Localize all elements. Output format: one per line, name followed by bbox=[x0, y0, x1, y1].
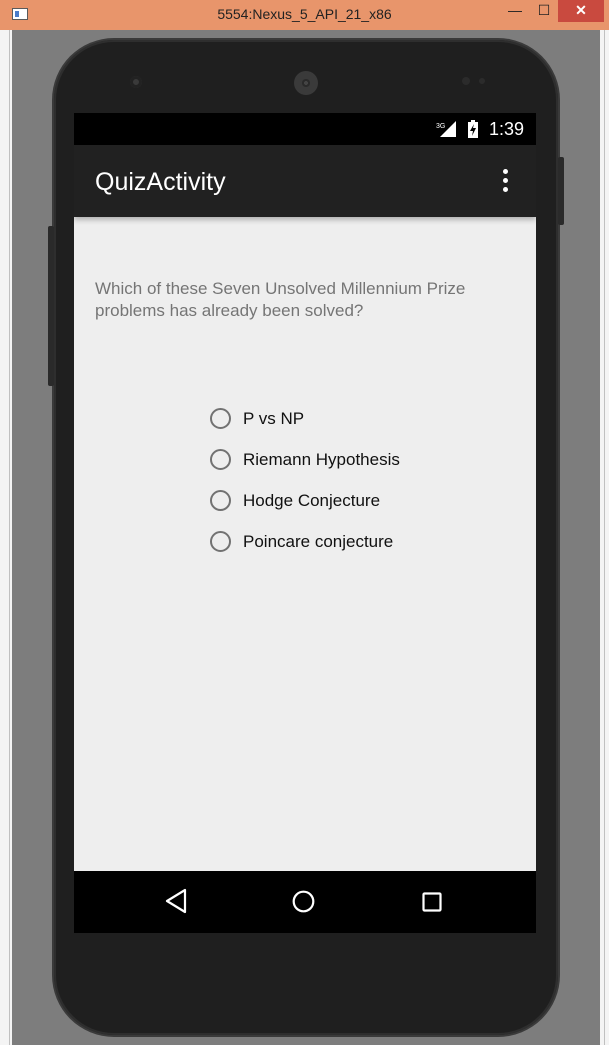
power-key[interactable] bbox=[558, 157, 564, 225]
home-icon[interactable] bbox=[292, 890, 315, 913]
radio-option[interactable]: Poincare conjecture bbox=[209, 521, 509, 562]
front-camera bbox=[130, 76, 142, 88]
volume-key[interactable] bbox=[48, 226, 54, 386]
signal-icon: 3G bbox=[436, 121, 456, 137]
recents-icon[interactable] bbox=[422, 892, 442, 912]
close-button[interactable]: ✕ bbox=[558, 0, 604, 22]
maximize-button[interactable]: ☐ bbox=[530, 0, 558, 22]
light-sensor bbox=[479, 78, 485, 84]
radio-option[interactable]: Hodge Conjecture bbox=[209, 480, 509, 521]
radio-label: Hodge Conjecture bbox=[243, 490, 381, 510]
radio-option[interactable]: Riemann Hypothesis bbox=[209, 439, 509, 480]
answer-radio-group: P vs NP Riemann Hypothesis Hodge Conjectur… bbox=[209, 398, 509, 562]
status-time: 1:39 bbox=[488, 119, 524, 139]
window-titlebar: 5554:Nexus_5_API_21_x86 — ☐ ✕ bbox=[0, 0, 609, 30]
radio-label: P vs NP bbox=[243, 408, 305, 428]
radio-label: Riemann Hypothesis bbox=[243, 449, 400, 469]
radio-button[interactable] bbox=[210, 490, 231, 511]
right-edge bbox=[600, 30, 609, 1045]
minimize-button[interactable]: — bbox=[500, 0, 530, 22]
radio-button[interactable] bbox=[210, 408, 231, 429]
back-icon[interactable] bbox=[164, 888, 188, 914]
radio-button[interactable] bbox=[210, 449, 231, 470]
left-edge bbox=[0, 30, 12, 1045]
radio-label: Poincare conjecture bbox=[243, 531, 394, 551]
radio-option[interactable]: P vs NP bbox=[209, 398, 509, 439]
proximity-sensor bbox=[462, 77, 470, 85]
action-bar: QuizActivity bbox=[74, 145, 536, 217]
question-text: Which of these Seven Unsolved Millennium… bbox=[95, 279, 466, 320]
more-vert-icon[interactable] bbox=[498, 169, 512, 195]
navigation-bar bbox=[74, 871, 536, 933]
earpiece-speaker bbox=[294, 71, 318, 95]
app-title: QuizActivity bbox=[95, 168, 226, 196]
device-screen: 3G 1:39 QuizActivity Which of these Seve… bbox=[74, 113, 536, 933]
status-bar: 3G 1:39 bbox=[74, 113, 536, 145]
network-type-label: 3G bbox=[436, 123, 445, 130]
battery-icon bbox=[468, 120, 478, 138]
radio-button[interactable] bbox=[210, 531, 231, 552]
